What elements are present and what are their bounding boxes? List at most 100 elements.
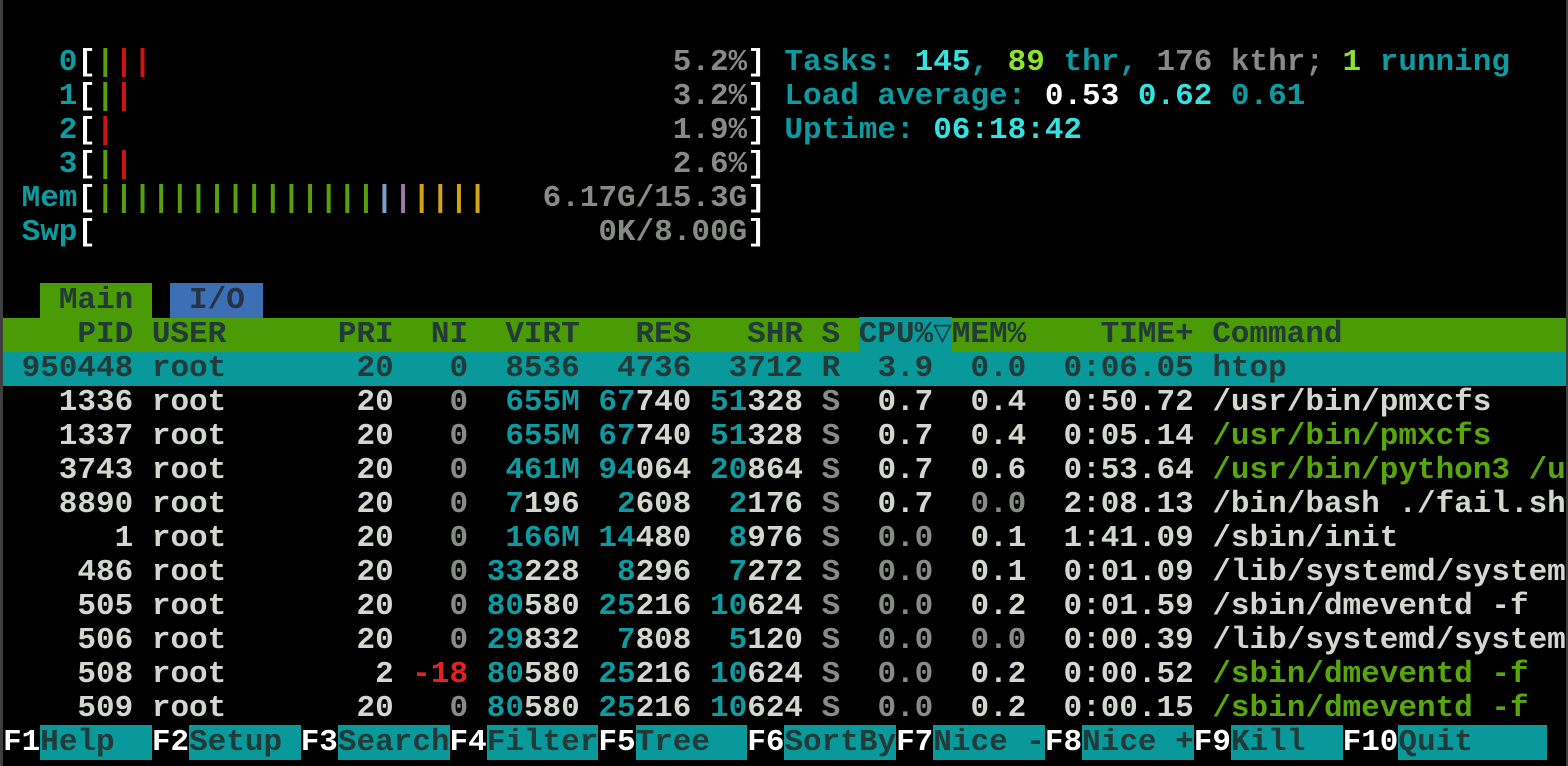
spacer <box>468 623 487 658</box>
pid-cell: 509 <box>3 691 133 726</box>
res-cell: 740 <box>636 419 692 454</box>
process-table-header[interactable]: PID USER PRI NI VIRT RES SHR S CPU%▽MEM%… <box>3 318 1566 352</box>
process-row-505[interactable]: 505 root 20 0 80580 25216 10624 S 0.0 0.… <box>3 590 1566 624</box>
spacer <box>691 657 710 692</box>
sort-column-cpu[interactable]: CPU%▽ <box>859 317 952 352</box>
process-row-506[interactable]: 506 root 20 0 29832 7808 5120 S 0.0 0.0 … <box>3 624 1566 658</box>
uptime: Uptime: 06:18:42 <box>784 113 1082 148</box>
mem-cell: 0.0 <box>933 623 1026 658</box>
process-row-1[interactable]: 1 root 20 0 166M 14480 8976 S 0.0 0.1 1:… <box>3 522 1566 556</box>
virt-cell: 166M <box>505 521 579 556</box>
function-key-bar: F1Help F2Setup F3SearchF4FilterF5Tree F6… <box>3 726 1566 760</box>
spacer <box>133 147 673 182</box>
res-cell: 14 <box>598 521 635 556</box>
cpu-cell: 0.7 <box>840 419 933 454</box>
spacer <box>133 623 152 658</box>
spacer <box>691 623 728 658</box>
f5-tree-button[interactable]: F5Tree <box>598 725 747 760</box>
nice-cell: 0 <box>412 555 468 590</box>
f1-help-button[interactable]: F1Help <box>3 725 152 760</box>
spacer <box>133 657 152 692</box>
mem-meter: Mem[||||||||||||||||||||| 6.17G/15.3G] <box>3 182 1566 216</box>
process-row-508[interactable]: 508 root 2 -18 80580 25216 10624 S 0.0 0… <box>3 658 1566 692</box>
virt-cell: 8536 <box>505 351 579 386</box>
virt-cell: 580 <box>524 691 580 726</box>
f10-quit-button[interactable]: F10Quit <box>1343 725 1548 760</box>
F7-key-label: F7 <box>896 725 933 760</box>
spacer <box>1194 521 1213 556</box>
spacer <box>3 283 40 318</box>
pri-cell: 20 <box>319 691 412 726</box>
virt-cell: 461M <box>505 453 579 488</box>
cpu-meter-2-value: 1.9% <box>673 113 747 148</box>
cpu-cell: 0.0 <box>840 521 933 556</box>
meter-bar: | <box>133 45 152 80</box>
command-cell: /sbin/dmeventd -f <box>1212 657 1528 692</box>
res-cell: 4736 <box>617 351 691 386</box>
meter-bar: | <box>115 79 134 114</box>
uptime-part: 06:18:42 <box>933 113 1082 148</box>
process-row-950448[interactable]: 950448 root 20 0 8536 4736 3712 R 3.9 0.… <box>3 352 1566 386</box>
F3-action-label: Search <box>338 725 450 760</box>
f2-setup-button[interactable]: F2Setup <box>152 725 301 760</box>
nice-cell: 0 <box>412 351 468 386</box>
time-cell: 0:53.64 <box>1026 453 1193 488</box>
spacer <box>580 487 617 522</box>
user-cell: root <box>152 385 319 420</box>
F9-key-label: F9 <box>1194 725 1231 760</box>
meter-bar: | <box>96 79 115 114</box>
process-row-1336[interactable]: 1336 root 20 0 655M 67740 51328 S 0.7 0.… <box>3 386 1566 420</box>
F3-key-label: F3 <box>301 725 338 760</box>
pri-cell: 20 <box>319 589 412 624</box>
mem-cell: 0.0 <box>933 351 1026 386</box>
user-cell: root <box>152 419 319 454</box>
spacer <box>580 419 599 454</box>
cpu-cell: 0.0 <box>840 623 933 658</box>
F10-key-label: F10 <box>1343 725 1399 760</box>
spacer <box>1194 419 1213 454</box>
user-cell: root <box>152 521 319 556</box>
f9-kill-button[interactable]: F9Kill <box>1194 725 1343 760</box>
tab-main[interactable]: Main <box>40 283 152 318</box>
spacer <box>803 351 822 386</box>
f6-sortby-button[interactable]: F6SortBy <box>747 725 896 760</box>
spacer <box>1194 453 1213 488</box>
time-cell: 0:05.14 <box>1026 419 1193 454</box>
process-row-1337[interactable]: 1337 root 20 0 655M 67740 51328 S 0.7 0.… <box>3 420 1566 454</box>
column-headers-left: PID USER PRI NI VIRT RES SHR S <box>3 317 859 352</box>
res-cell: 67 <box>598 385 635 420</box>
F1-action-label: Help <box>40 725 152 760</box>
spacer <box>691 691 710 726</box>
command-cell: htop <box>1212 351 1286 386</box>
process-row-8890[interactable]: 8890 root 20 0 7196 2608 2176 S 0.7 0.0 … <box>3 488 1566 522</box>
shr-cell: 10 <box>710 657 747 692</box>
spacer <box>580 623 617 658</box>
spacer <box>691 419 710 454</box>
pid-cell: 1337 <box>3 419 133 454</box>
f3-search-button[interactable]: F3Search <box>301 725 450 760</box>
meter-bar: | <box>133 181 152 216</box>
meter-close-bracket: ] <box>747 45 766 80</box>
f4-filter-button[interactable]: F4Filter <box>450 725 599 760</box>
process-row-3743[interactable]: 3743 root 20 0 461M 94064 20864 S 0.7 0.… <box>3 454 1566 488</box>
state-cell: S <box>822 691 841 726</box>
f8-nice+-button[interactable]: F8Nice + <box>1045 725 1194 760</box>
spacer <box>580 555 617 590</box>
spacer <box>468 419 505 454</box>
pid-cell: 3743 <box>3 453 133 488</box>
pid-cell: 8890 <box>3 487 133 522</box>
process-row-486[interactable]: 486 root 20 0 33228 8296 7272 S 0.0 0.1 … <box>3 556 1566 590</box>
process-row-509[interactable]: 509 root 20 0 80580 25216 10624 S 0.0 0.… <box>3 692 1566 726</box>
pri-cell: 2 <box>319 657 412 692</box>
spacer <box>766 113 785 148</box>
f7-nice--button[interactable]: F7Nice - <box>896 725 1045 760</box>
meter-close-bracket: ] <box>747 181 766 216</box>
spacer <box>1194 487 1213 522</box>
load-average-part: 0.62 <box>1138 79 1231 114</box>
time-cell: 0:00.52 <box>1026 657 1193 692</box>
shr-cell: 176 <box>747 487 803 522</box>
tasks-summary-part: running <box>1361 45 1510 80</box>
tab-io[interactable]: I/O <box>170 283 263 318</box>
load-average-part: 0.53 <box>1045 79 1138 114</box>
pid-cell: 486 <box>3 555 133 590</box>
